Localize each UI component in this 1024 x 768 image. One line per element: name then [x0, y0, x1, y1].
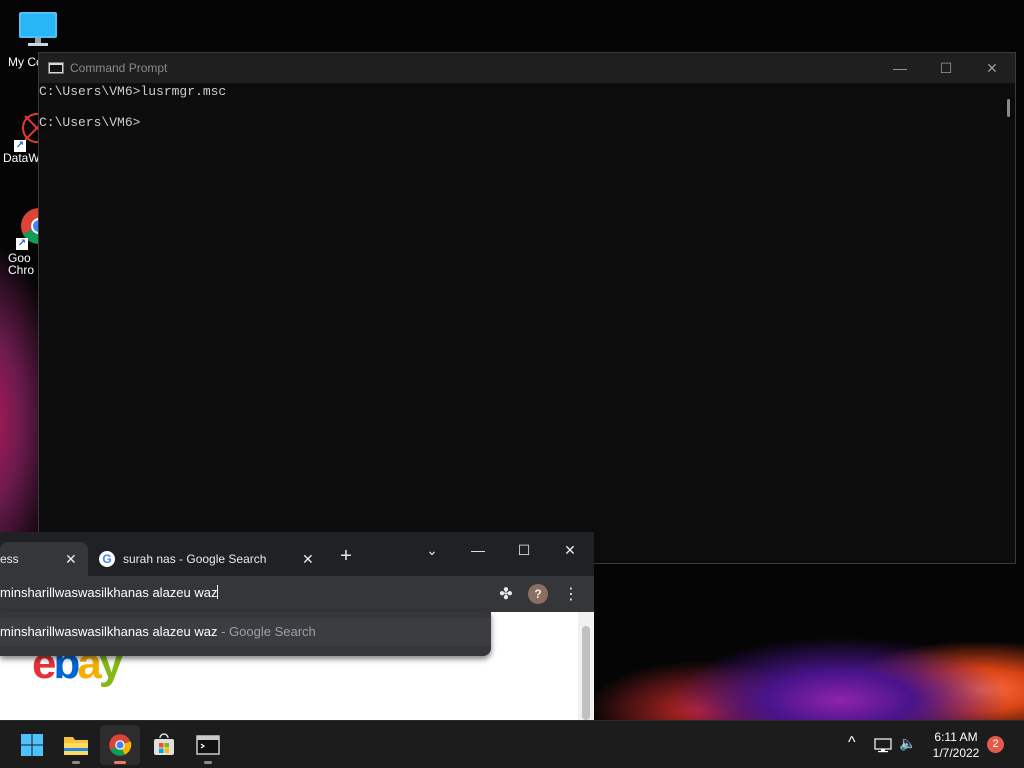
- cmd-line: C:\Users\VM6>: [39, 115, 141, 131]
- tab-close-icon[interactable]: ✕: [302, 551, 314, 568]
- profile-avatar-button[interactable]: ?: [528, 584, 548, 604]
- tab-active[interactable]: ess ✕: [0, 542, 88, 576]
- cmd-close-button[interactable]: ✕: [969, 53, 1015, 83]
- start-button[interactable]: [12, 725, 52, 765]
- cmd-scrollbar[interactable]: [1001, 83, 1015, 563]
- running-indicator: [72, 761, 80, 764]
- cmd-scrollbar-thumb[interactable]: [1007, 99, 1010, 117]
- running-indicator: [204, 761, 212, 764]
- taskbar: ^ 🔈 6:11 AM 1/7/2022: [0, 720, 1024, 768]
- suggestion-query: minsharillwaswasilkhanas alazeu waz: [0, 624, 218, 639]
- extensions-icon[interactable]: ✤: [496, 584, 516, 604]
- taskbar-microsoft-store[interactable]: [144, 725, 184, 765]
- chrome-logo-icon: [109, 734, 132, 756]
- chrome-close-button[interactable]: ✕: [550, 536, 590, 564]
- windows-logo-icon: [21, 734, 43, 756]
- text-caret: [217, 585, 219, 599]
- page-scrollbar-thumb[interactable]: [582, 626, 590, 720]
- suggestion-item[interactable]: minsharillwaswasilkhanas alazeu waz - Go…: [0, 618, 491, 646]
- cmd-line: [39, 100, 1001, 116]
- chrome-window[interactable]: ess ✕ G surah nas - Google Search ✕ + ⌄ …: [0, 532, 594, 720]
- taskbar-chrome[interactable]: [100, 725, 140, 765]
- chrome-maximize-button[interactable]: ☐: [504, 536, 544, 564]
- network-icon[interactable]: [874, 737, 892, 753]
- tab-close-icon[interactable]: ✕: [65, 551, 77, 568]
- taskbar-file-explorer[interactable]: [56, 725, 96, 765]
- command-prompt-window[interactable]: Command Prompt — ☐ ✕ C:\Users\VM6>lusrmg…: [38, 52, 1016, 564]
- cmd-app-icon: [48, 62, 64, 74]
- monitor-icon: [19, 12, 57, 46]
- taskbar-command-prompt[interactable]: [188, 725, 228, 765]
- tab-surah-nas[interactable]: G surah nas - Google Search ✕: [92, 542, 324, 576]
- tab-title: surah nas - Google Search: [123, 552, 267, 566]
- new-tab-button[interactable]: +: [326, 542, 366, 570]
- chrome-tabstrip[interactable]: ess ✕ G surah nas - Google Search ✕ + ⌄ …: [0, 532, 594, 576]
- page-scrollbar[interactable]: [578, 612, 594, 720]
- suggestion-source: - Google Search: [217, 624, 316, 639]
- volume-icon[interactable]: 🔈: [899, 735, 916, 752]
- omnibox-text: minsharillwaswasilkhanas alazeu waz: [0, 585, 218, 600]
- cmd-console[interactable]: C:\Users\VM6>lusrmgr.msc C:\Users\VM6>: [39, 83, 1001, 563]
- cmd-titlebar[interactable]: Command Prompt — ☐ ✕: [39, 53, 1015, 83]
- show-hidden-icons-chevron-icon[interactable]: ^: [848, 734, 856, 752]
- terminal-icon: [196, 735, 220, 755]
- clock-time: 6:11 AM: [934, 730, 978, 744]
- cmd-line: C:\Users\VM6>lusrmgr.msc: [39, 84, 227, 99]
- tab-search-button[interactable]: ⌄: [412, 536, 452, 564]
- omnibox-suggestions-dropdown: minsharillwaswasilkhanas alazeu waz - Go…: [0, 612, 491, 656]
- taskbar-clock[interactable]: 6:11 AM 1/7/2022: [924, 729, 988, 761]
- cmd-title: Command Prompt: [70, 61, 168, 75]
- folder-icon: [64, 737, 88, 755]
- shortcut-arrow-icon: ↗: [16, 238, 28, 250]
- notification-badge[interactable]: 2: [987, 736, 1004, 753]
- omnibox-input[interactable]: minsharillwaswasilkhanas alazeu waz: [0, 585, 219, 600]
- running-indicator: [114, 761, 126, 764]
- clock-date: 1/7/2022: [932, 746, 980, 760]
- shortcut-arrow-icon: ↗: [14, 140, 26, 152]
- cmd-minimize-button[interactable]: —: [877, 53, 923, 83]
- chrome-minimize-button[interactable]: —: [458, 536, 498, 564]
- chrome-menu-icon[interactable]: ⋮: [561, 584, 581, 604]
- chrome-toolbar: minsharillwaswasilkhanas alazeu waz ✤ ? …: [0, 576, 594, 612]
- tab-title: ess: [0, 552, 19, 566]
- google-favicon-icon: G: [99, 551, 115, 567]
- store-bag-icon: [154, 733, 174, 755]
- cmd-maximize-button[interactable]: ☐: [923, 53, 969, 83]
